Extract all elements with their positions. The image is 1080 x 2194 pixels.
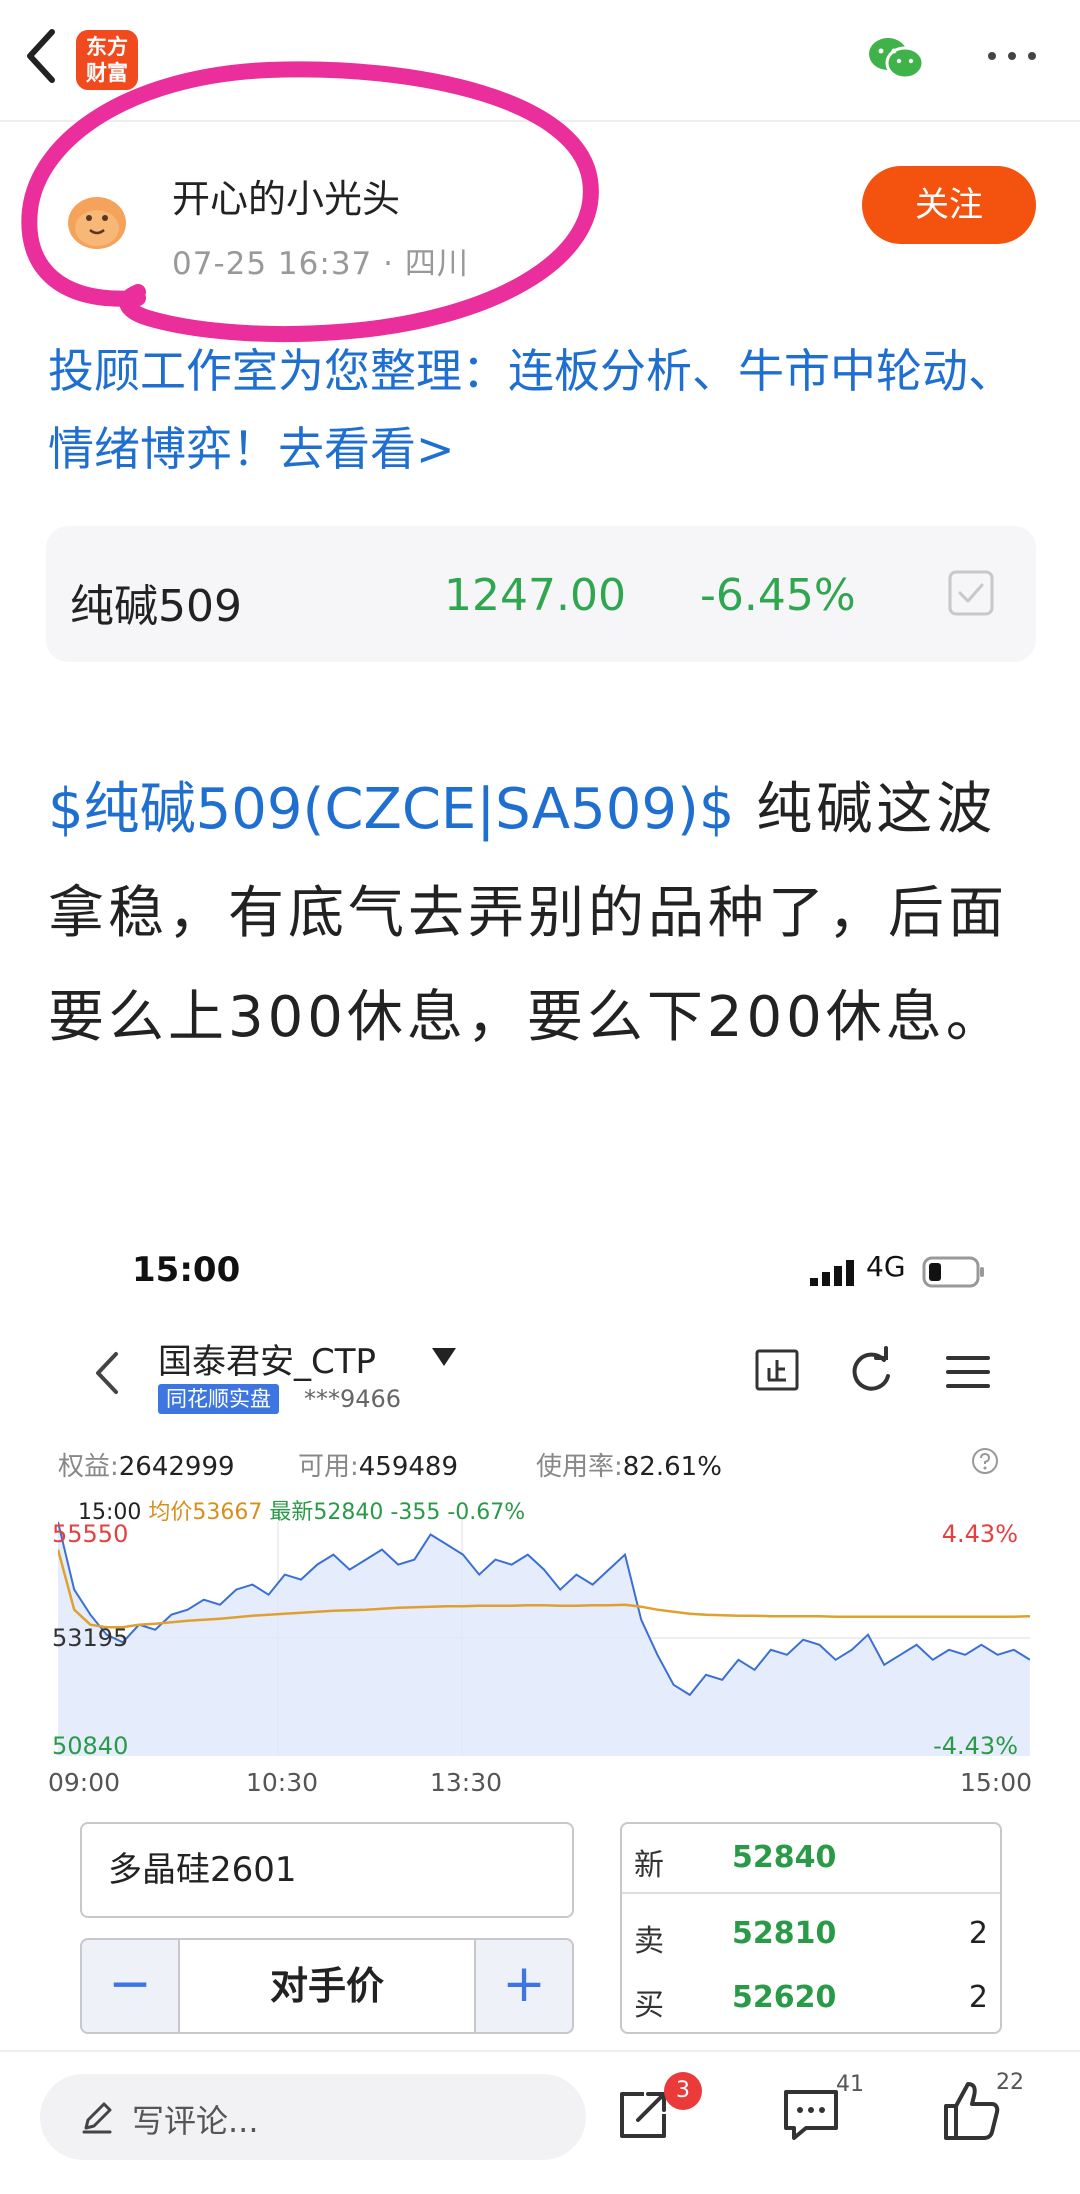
follow-button[interactable]: 关注 <box>862 166 1036 244</box>
promo-link[interactable]: 投顾工作室为您整理：连板分析、牛市中轮动、情绪博弈！去看看> <box>48 332 1038 488</box>
quote-row-last: 新 52840 <box>634 1840 837 1883</box>
comment-count: 41 <box>836 2072 864 2097</box>
symbol-input: 多晶硅2601 <box>80 1822 574 1918</box>
embedded-back-icon <box>96 1352 118 1394</box>
wechat-icon[interactable] <box>868 36 924 80</box>
stock-tag-link[interactable]: $纯碱509(CZCE|SA509)$ <box>48 777 734 842</box>
chart-y-mid-label: 53195 <box>52 1624 129 1652</box>
stop-loss-icon <box>755 1349 799 1391</box>
comment-input[interactable]: 写评论... <box>40 2074 586 2160</box>
status-time: 15:00 <box>132 1250 241 1290</box>
comment-icon[interactable] <box>780 2086 842 2144</box>
account-masked-id: ***9466 <box>304 1385 402 1413</box>
stock-change: -6.45% <box>700 570 856 621</box>
account-name: 国泰君安_CTP <box>158 1342 377 1382</box>
battery-icon <box>922 1256 984 1288</box>
available-stat: 可用:459489 <box>298 1452 459 1482</box>
x-tick-0900: 09:00 <box>48 1768 121 1797</box>
quote-panel: 新 52840 卖 52810 2 买 52620 2 <box>620 1822 1002 2034</box>
stock-price: 1247.00 <box>444 570 626 621</box>
dropdown-icon <box>432 1348 456 1366</box>
help-icon <box>972 1448 998 1474</box>
price-stepper: − 对手价 + <box>80 1938 574 2034</box>
comment-placeholder: 写评论... <box>132 2102 259 2140</box>
bottom-divider <box>0 2050 1080 2052</box>
stock-name: 纯碱509 <box>70 581 242 632</box>
quote-separator <box>622 1892 1000 1894</box>
account-badge: 同花顺实盘 <box>158 1384 279 1414</box>
equity-stat: 权益:2642999 <box>58 1452 235 1482</box>
chart-y-top-label: 55550 <box>52 1520 129 1548</box>
quote-row-ask: 卖 52810 2 <box>634 1916 988 1959</box>
menu-icon <box>946 1356 990 1388</box>
quote-row-bid: 买 52620 2 <box>634 1980 988 2023</box>
embedded-screenshot[interactable]: 15:00 4G 国泰君安_CTP 同花顺实盘 ***9466 权益:26429… <box>48 1220 1040 2060</box>
highlight-circle-annotation <box>21 61 599 343</box>
stock-card[interactable]: 纯碱509 1247.00 -6.45% <box>46 526 1036 662</box>
chart-pct-top-label: 4.43% <box>941 1520 1018 1548</box>
post-body: $纯碱509(CZCE|SA509)$ 纯碱这波拿稳，有底气去弄别的品种了，后面… <box>48 758 1038 1070</box>
signal-icon <box>810 1260 854 1286</box>
refresh-icon <box>852 1346 890 1391</box>
plus-button: + <box>502 1954 546 2014</box>
pencil-icon <box>82 2102 112 2134</box>
more-icon[interactable] <box>984 46 1040 66</box>
x-tick-1330: 13:30 <box>430 1768 503 1797</box>
network-type: 4G <box>866 1250 906 1283</box>
minus-button: − <box>108 1954 152 2014</box>
watchlist-check-icon[interactable] <box>948 570 994 616</box>
chart-y-bottom-label: 50840 <box>52 1732 129 1760</box>
like-icon[interactable] <box>942 2080 1002 2142</box>
price-mode: 对手价 <box>178 1940 476 2032</box>
chart-pct-bottom-label: -4.43% <box>933 1732 1018 1760</box>
chart-labels: 55550 53195 50840 4.43% -4.43% <box>48 1520 1020 1760</box>
share-count-badge: 3 <box>664 2072 702 2110</box>
share-icon[interactable] <box>614 2086 672 2144</box>
x-tick-1500: 15:00 <box>960 1768 1033 1797</box>
like-count: 22 <box>996 2070 1024 2095</box>
x-tick-1030: 10:30 <box>246 1768 319 1797</box>
usage-rate-stat: 使用率:82.61% <box>536 1452 722 1482</box>
